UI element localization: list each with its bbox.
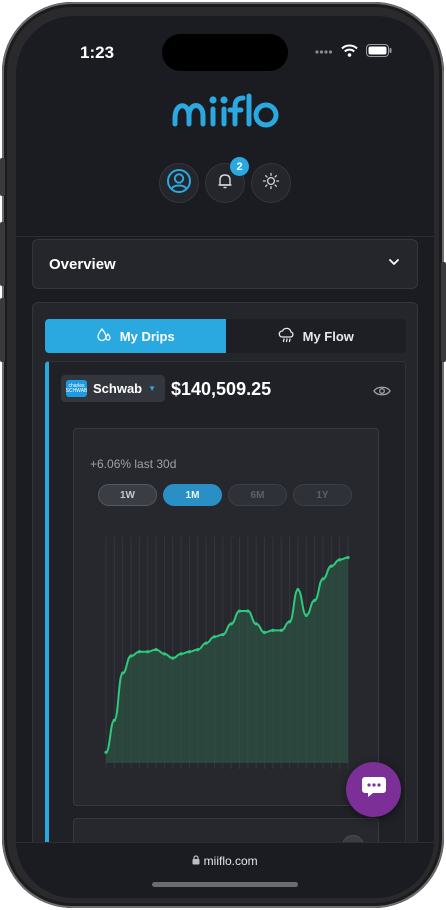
chart-point[interactable] — [104, 750, 108, 754]
chart-point[interactable] — [313, 598, 317, 602]
chart-point[interactable] — [196, 647, 200, 652]
url-text: miiflo.com — [203, 854, 258, 868]
chart-point[interactable] — [229, 622, 233, 626]
range-1y-button[interactable]: 1Y — [293, 484, 352, 506]
chart-point[interactable] — [287, 620, 292, 624]
chart-point[interactable] — [271, 628, 275, 632]
bell-icon — [216, 172, 234, 195]
header-actions: 2 — [16, 157, 434, 203]
url-display[interactable]: miiflo.com — [16, 854, 434, 868]
chart-point[interactable] — [254, 622, 258, 626]
chart-point[interactable] — [304, 613, 308, 617]
drops-icon — [96, 327, 112, 346]
side-button-silent — [0, 158, 5, 196]
chat-button[interactable] — [346, 762, 401, 817]
chart-area-fill — [106, 557, 348, 763]
notification-count-badge: 2 — [230, 157, 249, 176]
lock-icon — [192, 854, 203, 868]
chart-point[interactable] — [129, 654, 133, 658]
tab-my-flow-label: My Flow — [302, 328, 354, 344]
performance-chart-card: +6.06% last 30d 1W 1M 6M 1Y — [73, 428, 379, 806]
chart-point[interactable] — [246, 609, 250, 613]
chart-point[interactable] — [212, 635, 217, 639]
battery-icon — [366, 44, 392, 62]
side-button-volume-down — [0, 298, 5, 362]
dynamic-island — [162, 34, 288, 71]
chart-point[interactable] — [137, 650, 141, 654]
chart-point[interactable] — [329, 564, 333, 568]
tab-my-drips-label: My Drips — [119, 328, 175, 344]
chart-point[interactable] — [162, 652, 167, 656]
app-screen: 1:23 2 Overview My Drips My Flow charles… — [16, 16, 434, 898]
chart-point[interactable] — [346, 555, 350, 560]
status-icons — [315, 44, 392, 62]
chart-point[interactable] — [171, 656, 175, 660]
caret-down-icon: ▼ — [148, 384, 157, 393]
chart-point[interactable] — [121, 671, 125, 675]
view-tabs: My Drips My Flow — [45, 319, 406, 353]
tab-my-drips[interactable]: My Drips — [45, 319, 226, 353]
tab-my-flow[interactable]: My Flow — [226, 319, 407, 353]
overview-title: Overview — [49, 255, 116, 273]
cloud-rain-icon — [278, 327, 295, 346]
range-1w-button[interactable]: 1W — [98, 484, 157, 506]
chart-point[interactable] — [338, 558, 342, 562]
status-time: 1:23 — [80, 43, 115, 62]
performance-chart — [104, 537, 350, 769]
signal-icon — [315, 44, 333, 62]
chart-point[interactable] — [179, 652, 183, 656]
status-bar: 1:23 — [16, 16, 434, 76]
chart-point[interactable] — [154, 647, 158, 652]
phone-frame: 1:23 2 Overview My Drips My Flow charles… — [0, 2, 446, 908]
range-1m-button[interactable]: 1M — [163, 484, 222, 506]
chart-point[interactable] — [321, 577, 325, 581]
home-indicator[interactable] — [152, 882, 298, 887]
browser-url-bar[interactable]: miiflo.com — [16, 842, 434, 898]
sun-icon — [262, 172, 280, 195]
chart-point[interactable] — [221, 633, 225, 637]
chart-point[interactable] — [237, 609, 242, 613]
broker-name: Schwab — [93, 381, 143, 396]
schwab-logo: charles SCHWAB — [66, 380, 87, 397]
range-6m-button[interactable]: 6M — [228, 484, 287, 506]
chart-point[interactable] — [296, 588, 300, 592]
eye-icon[interactable] — [373, 384, 391, 402]
chart-point[interactable] — [262, 630, 267, 635]
chart-point[interactable] — [204, 641, 208, 645]
chart-point[interactable] — [279, 628, 283, 632]
chart-point[interactable] — [112, 718, 116, 722]
chat-bubble-icon — [361, 775, 387, 804]
side-button-power — [441, 262, 446, 362]
side-button-volume-up — [0, 222, 5, 286]
notifications-button[interactable]: 2 — [205, 157, 249, 203]
user-circle-icon — [166, 168, 192, 199]
account-balance: $140,509.25 — [171, 379, 272, 399]
account-card: charles SCHWAB Schwab ▼ $140,509.25 +6.0… — [45, 361, 406, 898]
miiflo-logo[interactable] — [16, 92, 434, 139]
chevron-down-icon[interactable] — [387, 255, 401, 274]
profile-button[interactable] — [159, 163, 199, 203]
theme-toggle-button[interactable] — [251, 163, 291, 203]
range-tabs: 1W 1M 6M 1Y — [98, 484, 352, 506]
performance-change: +6.06% last 30d — [90, 457, 177, 471]
broker-select[interactable]: charles SCHWAB Schwab ▼ — [61, 375, 166, 402]
overview-panel[interactable]: Overview — [32, 239, 418, 289]
chart-point[interactable] — [146, 650, 150, 654]
wifi-icon — [341, 44, 358, 62]
chart-point[interactable] — [187, 650, 192, 654]
header-divider — [16, 236, 434, 237]
